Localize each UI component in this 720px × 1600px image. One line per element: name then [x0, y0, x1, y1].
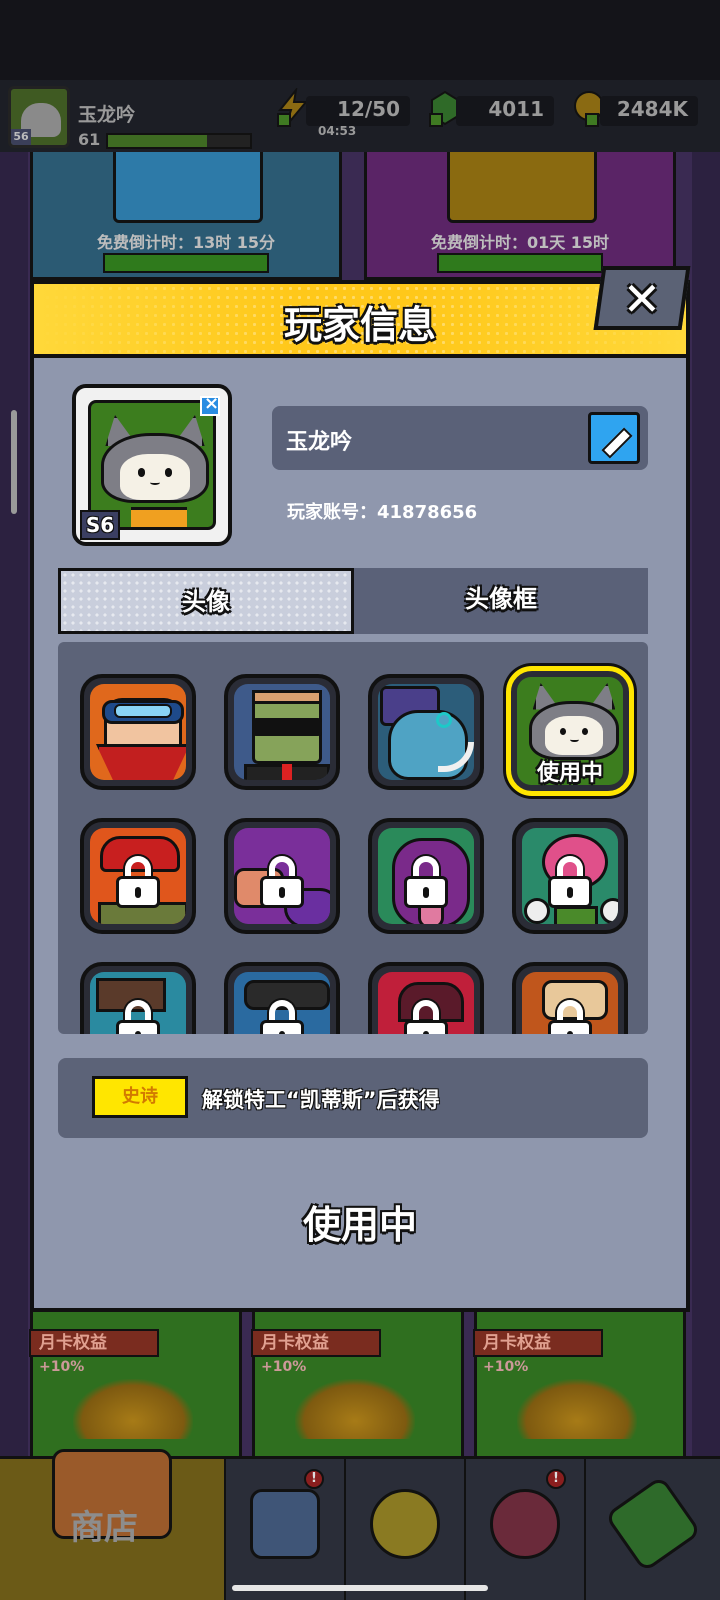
- energy-counter: 12/50: [306, 96, 410, 126]
- player-name-field: 玉龙吟: [272, 406, 648, 470]
- avatar-option-tentacle-monster[interactable]: [368, 818, 484, 934]
- lock-icon: [116, 856, 160, 908]
- avatar-option-zombie-agent[interactable]: [224, 674, 340, 790]
- coins-icon: [73, 1379, 193, 1439]
- gold-pack-1: 25200 月卡权益 +10%: [29, 1291, 242, 1460]
- avatar-grid: 使用中: [58, 642, 648, 1034]
- avatar-option-boar-monster[interactable]: [368, 674, 484, 790]
- energy-timer: 04:53: [318, 124, 357, 138]
- shield-icon: [250, 1489, 320, 1559]
- avatar-option-flower-monster[interactable]: [512, 818, 628, 934]
- monthly-bonus: +10%: [39, 1359, 85, 1375]
- cash-icon: [604, 1475, 702, 1573]
- gold-counter: 2484K: [600, 96, 698, 126]
- nav-tab-armor[interactable]: !: [226, 1459, 346, 1600]
- nav-tab-battle[interactable]: !: [466, 1459, 586, 1600]
- monthly-bonus: +10%: [483, 1359, 529, 1375]
- lock-icon: [260, 856, 304, 908]
- avatar-option-desert-nomad[interactable]: [512, 962, 628, 1034]
- xp-progress-fill: [108, 135, 208, 147]
- gold-value: 2484K: [616, 97, 688, 121]
- chest-icon: [113, 143, 263, 223]
- coins-icon: [295, 1379, 415, 1439]
- cat-portrait-icon: [101, 415, 209, 507]
- unlock-info: 史诗 解锁特工“凯蒂斯”后获得: [58, 1058, 648, 1138]
- shop-card-1: 免费倒计时：13时 15分: [30, 130, 342, 280]
- energy-icon[interactable]: [276, 88, 310, 128]
- gold-pack-2: 75600 月卡权益 +10%: [251, 1291, 464, 1460]
- top-player-avatar[interactable]: 56: [8, 86, 70, 148]
- lock-icon: [548, 1000, 592, 1034]
- tab-avatar[interactable]: 头像: [58, 568, 354, 634]
- monthly-bonus: +10%: [261, 1359, 307, 1375]
- home-indicator[interactable]: [232, 1585, 488, 1591]
- player-name: 玉龙吟: [286, 430, 353, 455]
- shop-card-2: 免费倒计时：01天 15时: [364, 130, 676, 280]
- side-scroll-indicator: [11, 410, 17, 514]
- free-timer-2: 免费倒计时：01天 15时: [430, 233, 610, 252]
- unlock-condition: 解锁特工“凯蒂斯”后获得: [202, 1088, 440, 1112]
- status-label: 使用中: [302, 1203, 417, 1247]
- avatar-tabs: 头像 头像框: [58, 568, 648, 634]
- lock-icon: [260, 1000, 304, 1034]
- rarity-badge: 史诗: [92, 1076, 188, 1118]
- avatar-option-cat[interactable]: 使用中: [506, 666, 634, 796]
- avatar-option-soldier-beret[interactable]: [80, 818, 196, 934]
- notification-badge: !: [546, 1469, 566, 1489]
- avatar-option-purple-creature[interactable]: [224, 818, 340, 934]
- gem-counter: 4011: [456, 96, 554, 126]
- star-badge-icon: [490, 1489, 560, 1559]
- dialog-title: 玩家信息: [283, 303, 436, 347]
- in-use-badge: 使用中: [536, 761, 603, 786]
- nav-tab-more[interactable]: [586, 1459, 720, 1600]
- avatar-option-pirate-captain[interactable]: [224, 962, 340, 1034]
- monthly-tag: 月卡权益: [29, 1329, 159, 1357]
- avatar-level: 56: [11, 129, 31, 145]
- collar-icon: [131, 507, 187, 527]
- shop-card-2-button: [437, 253, 603, 273]
- star-icon: [370, 1489, 440, 1559]
- profile-avatar-level: S6: [80, 510, 120, 540]
- close-icon: ✕: [622, 272, 662, 326]
- nav-tab-heroes[interactable]: [346, 1459, 466, 1600]
- lock-icon: [116, 1000, 160, 1034]
- shop-card-1-button: [103, 253, 269, 273]
- dialog-header: 玩家信息: [34, 284, 686, 358]
- account-id: 玩家账号：41878656: [287, 502, 478, 523]
- monthly-tag: 月卡权益: [473, 1329, 603, 1357]
- frame-corner-icon: [200, 393, 220, 416]
- energy-value: 12/50: [337, 97, 400, 121]
- top-player-level: 61: [78, 130, 101, 149]
- chest-icon: [447, 143, 597, 223]
- background-stripe-right: [692, 80, 720, 1480]
- nav-shop-label: 商店: [70, 1508, 138, 1548]
- monthly-tag: 月卡权益: [251, 1329, 381, 1357]
- lock-icon: [404, 856, 448, 908]
- edit-name-button[interactable]: [588, 412, 640, 464]
- gold-pack-3: 302400 月卡权益 +10%: [473, 1291, 686, 1460]
- notification-badge: !: [304, 1469, 324, 1489]
- xp-progress-bar: [106, 133, 252, 149]
- free-timer-1: 免费倒计时：13时 15分: [96, 233, 276, 252]
- top-player-name: 玉龙吟: [78, 104, 136, 126]
- profile-avatar: S6: [72, 384, 232, 546]
- background-stripe-left: [0, 80, 28, 1480]
- avatar-option-pirate-skull[interactable]: [80, 962, 196, 1034]
- lock-icon: [548, 856, 592, 908]
- avatar-option-goggles-bandit[interactable]: [80, 674, 196, 790]
- coins-icon: [517, 1379, 637, 1439]
- tab-avatar-frame[interactable]: 头像框: [354, 568, 648, 634]
- cat-portrait-icon: [529, 683, 619, 761]
- gem-value: 4011: [488, 97, 544, 121]
- close-button[interactable]: ✕: [593, 266, 691, 330]
- avatar-option-red-hood[interactable]: [368, 962, 484, 1034]
- lock-icon: [404, 1000, 448, 1034]
